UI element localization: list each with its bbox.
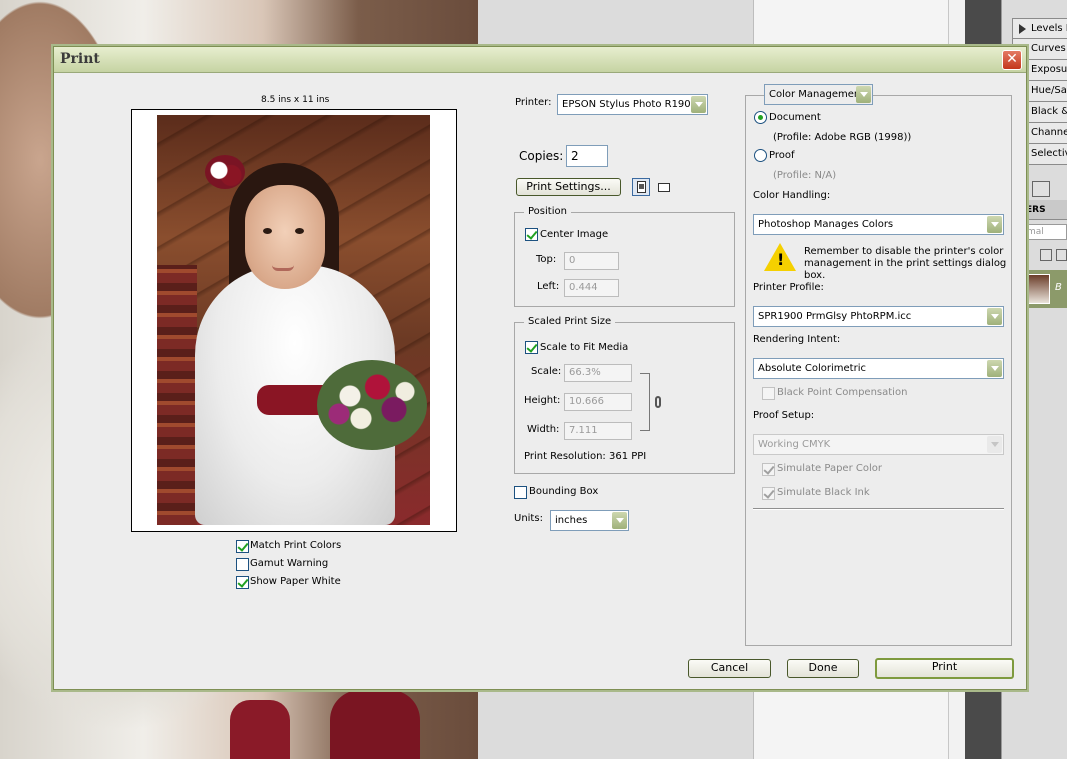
height-label: Height: — [524, 395, 561, 406]
show-paper-white-checkbox[interactable] — [236, 576, 249, 589]
lock-brush-icon[interactable] — [1056, 249, 1067, 261]
scale-to-fit-checkbox[interactable] — [525, 341, 538, 354]
proof-setup-label: Proof Setup: — [753, 410, 815, 421]
portrait-orientation-icon[interactable] — [632, 178, 650, 196]
rendering-intent-select[interactable]: Absolute Colorimetric — [753, 358, 1004, 379]
chevron-down-icon — [856, 86, 871, 103]
width-input[interactable]: 7.111 — [564, 422, 632, 440]
close-icon: ✕ — [1006, 51, 1018, 67]
printer-profile-label: Printer Profile: — [753, 282, 824, 293]
position-group: Position Center Image Top: 0 Left: 0.444 — [514, 206, 735, 307]
width-label: Width: — [527, 424, 560, 435]
proof-label: Proof — [769, 150, 795, 161]
proof-setup-select[interactable]: Working CMYK — [753, 434, 1004, 455]
match-print-colors-checkbox[interactable] — [236, 540, 249, 553]
background-dress-trim — [230, 700, 290, 759]
layer-thumbnail — [1028, 274, 1050, 304]
simulate-black-ink-label: Simulate Black Ink — [777, 487, 870, 498]
print-resolution-label: Print Resolution: 361 PPI — [524, 451, 647, 462]
close-button[interactable]: ✕ — [1002, 50, 1022, 70]
black-point-compensation-checkbox[interactable] — [762, 387, 775, 400]
position-group-title: Position — [524, 206, 571, 217]
rendering-intent-label: Rendering Intent: — [753, 334, 841, 345]
chevron-down-icon — [987, 360, 1002, 377]
link-icon[interactable] — [655, 396, 661, 408]
printer-select[interactable]: EPSON Stylus Photo R190... — [557, 94, 708, 115]
gamut-warning-label: Gamut Warning — [250, 558, 329, 569]
play-icon — [1019, 24, 1026, 34]
paper-size-label: 8.5 ins x 11 ins — [261, 95, 330, 105]
show-paper-white-label: Show Paper White — [250, 576, 341, 587]
printer-profile-select[interactable]: SPR1900 PrmGlsy PhtoRPM.icc — [753, 306, 1004, 327]
print-dialog: Print ✕ 8.5 ins x 11 ins Match Print Col… — [53, 46, 1027, 690]
dialog-title: Print — [60, 51, 100, 67]
chevron-down-icon — [691, 96, 706, 113]
chevron-down-icon — [987, 216, 1002, 233]
bounding-box-label: Bounding Box — [529, 486, 599, 497]
left-input[interactable]: 0.444 — [564, 279, 619, 297]
background-dress-trim — [330, 690, 420, 759]
simulate-paper-color-checkbox[interactable] — [762, 463, 775, 476]
chevron-down-icon — [987, 308, 1002, 325]
black-point-compensation-label: Black Point Compensation — [777, 387, 908, 398]
lock-transparency-icon[interactable] — [1040, 249, 1052, 261]
left-label: Left: — [537, 281, 560, 292]
document-label: Document — [769, 112, 821, 123]
color-warning-text: Remember to disable the printer's color … — [804, 246, 1007, 281]
color-handling-label: Color Handling: — [753, 190, 831, 201]
chevron-down-icon — [987, 436, 1002, 453]
units-label: Units: — [514, 513, 543, 524]
top-input[interactable]: 0 — [564, 252, 619, 270]
landscape-orientation-icon[interactable] — [654, 178, 672, 196]
scale-to-fit-label: Scale to Fit Media — [540, 342, 629, 353]
copies-label: Copies: — [519, 149, 564, 163]
print-preview-paper — [131, 109, 457, 532]
print-button[interactable]: Print — [875, 658, 1014, 679]
scale-label: Scale: — [531, 366, 562, 377]
top-label: Top: — [536, 254, 557, 265]
scale-input[interactable]: 66.3% — [564, 364, 632, 382]
done-button[interactable]: Done — [787, 659, 859, 678]
panel-expand-icon[interactable] — [1032, 181, 1050, 197]
center-image-checkbox[interactable] — [525, 228, 538, 241]
simulate-paper-color-label: Simulate Paper Color — [777, 463, 882, 474]
blend-mode-select[interactable]: mal — [1024, 224, 1067, 240]
bounding-box-checkbox[interactable] — [514, 486, 527, 499]
scaled-print-size-title: Scaled Print Size — [524, 316, 616, 327]
printer-label: Printer: — [515, 97, 552, 108]
document-radio[interactable] — [754, 111, 767, 124]
simulate-black-ink-checkbox[interactable] — [762, 487, 775, 500]
layer-name: B — [1055, 282, 1062, 293]
height-input[interactable]: 10.666 — [564, 393, 632, 411]
units-select[interactable]: inches — [550, 510, 629, 531]
layer-row[interactable]: B — [1024, 270, 1067, 308]
print-preview-image[interactable] — [157, 115, 430, 525]
color-handling-select[interactable]: Photoshop Manages Colors — [753, 214, 1004, 235]
adjustment-item-levels[interactable]: Levels P — [1012, 18, 1067, 39]
color-management-select[interactable]: Color Management — [764, 84, 873, 105]
divider — [753, 508, 1004, 510]
gamut-warning-checkbox[interactable] — [236, 558, 249, 571]
constrain-bracket — [640, 373, 650, 431]
chevron-down-icon — [612, 512, 627, 529]
cancel-button[interactable]: Cancel — [688, 659, 771, 678]
layers-tab[interactable]: ERS — [1024, 200, 1067, 220]
scaled-print-size-group: Scaled Print Size Scale to Fit Media Sca… — [514, 316, 735, 474]
proof-profile-label: (Profile: N/A) — [773, 170, 837, 181]
proof-radio[interactable] — [754, 149, 767, 162]
match-print-colors-label: Match Print Colors — [250, 540, 342, 551]
document-profile-label: (Profile: Adobe RGB (1998)) — [773, 132, 912, 143]
center-image-label: Center Image — [540, 229, 609, 240]
dialog-titlebar[interactable]: Print ✕ — [54, 47, 1026, 73]
print-settings-button[interactable]: Print Settings... — [516, 178, 621, 196]
copies-input[interactable]: 2 — [566, 145, 608, 167]
